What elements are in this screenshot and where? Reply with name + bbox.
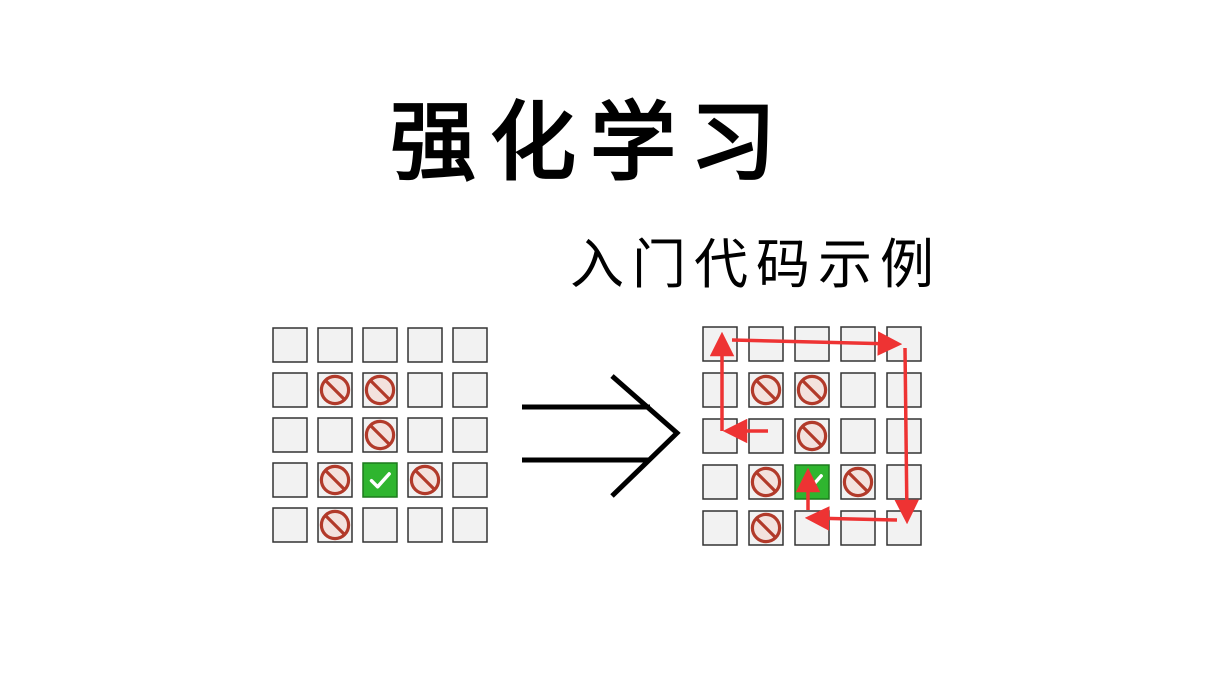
grid-cell — [794, 326, 830, 362]
grid-cell — [748, 326, 784, 362]
grid-cell — [702, 326, 738, 362]
grid-cell — [840, 510, 876, 546]
no-entry-icon — [319, 464, 351, 496]
grid-cell — [272, 327, 308, 363]
grid-cell — [317, 327, 353, 363]
no-entry-icon — [750, 512, 782, 544]
grid-cell — [452, 507, 488, 543]
grid-cell — [407, 327, 443, 363]
grid-cell — [748, 510, 784, 546]
diagram — [272, 326, 922, 546]
grid-cell — [452, 417, 488, 453]
grid-cell — [702, 510, 738, 546]
no-entry-icon — [750, 466, 782, 498]
grid-cell — [362, 462, 398, 498]
grid-cell — [407, 372, 443, 408]
grid-cell — [886, 510, 922, 546]
no-entry-icon — [750, 374, 782, 406]
path-arrow — [804, 506, 898, 531]
grid-cell — [794, 464, 830, 500]
grid-cell — [794, 372, 830, 408]
grid-cell — [794, 510, 830, 546]
grid-cell — [794, 418, 830, 454]
grid-cell — [452, 327, 488, 363]
no-entry-icon — [796, 374, 828, 406]
implies-arrow-icon — [522, 374, 681, 498]
grid-after — [702, 326, 922, 546]
grid-cell — [272, 417, 308, 453]
no-entry-icon — [364, 374, 396, 406]
grid-cell — [272, 372, 308, 408]
grid-cell — [886, 418, 922, 454]
grid-cell — [702, 372, 738, 408]
grid-cell — [748, 372, 784, 408]
grid-cell — [748, 418, 784, 454]
path-arrow — [894, 347, 920, 525]
grid-cell — [452, 372, 488, 408]
grid-cell — [317, 417, 353, 453]
no-entry-icon — [364, 419, 396, 451]
grid-cell — [702, 464, 738, 500]
grid-cell — [886, 464, 922, 500]
no-entry-icon — [319, 374, 351, 406]
grid-cell — [748, 464, 784, 500]
grid-cell — [362, 327, 398, 363]
grid-before — [272, 327, 488, 543]
grid-cell — [702, 418, 738, 454]
grid-cell — [407, 507, 443, 543]
grid-cell — [840, 418, 876, 454]
grid-cell — [840, 372, 876, 408]
grid-cell — [317, 507, 353, 543]
no-entry-icon — [842, 466, 874, 498]
grid-cell — [362, 417, 398, 453]
grid-cell — [362, 507, 398, 543]
no-entry-icon — [319, 509, 351, 541]
grid-cell — [407, 417, 443, 453]
grid-cell — [840, 464, 876, 500]
grid-cell — [452, 462, 488, 498]
grid-cell — [407, 462, 443, 498]
grid-cell — [272, 462, 308, 498]
no-entry-icon — [796, 420, 828, 452]
no-entry-icon — [409, 464, 441, 496]
grid-cell — [272, 507, 308, 543]
grid-cell — [317, 372, 353, 408]
grid-cell — [317, 462, 353, 498]
grid-cell — [362, 372, 398, 408]
